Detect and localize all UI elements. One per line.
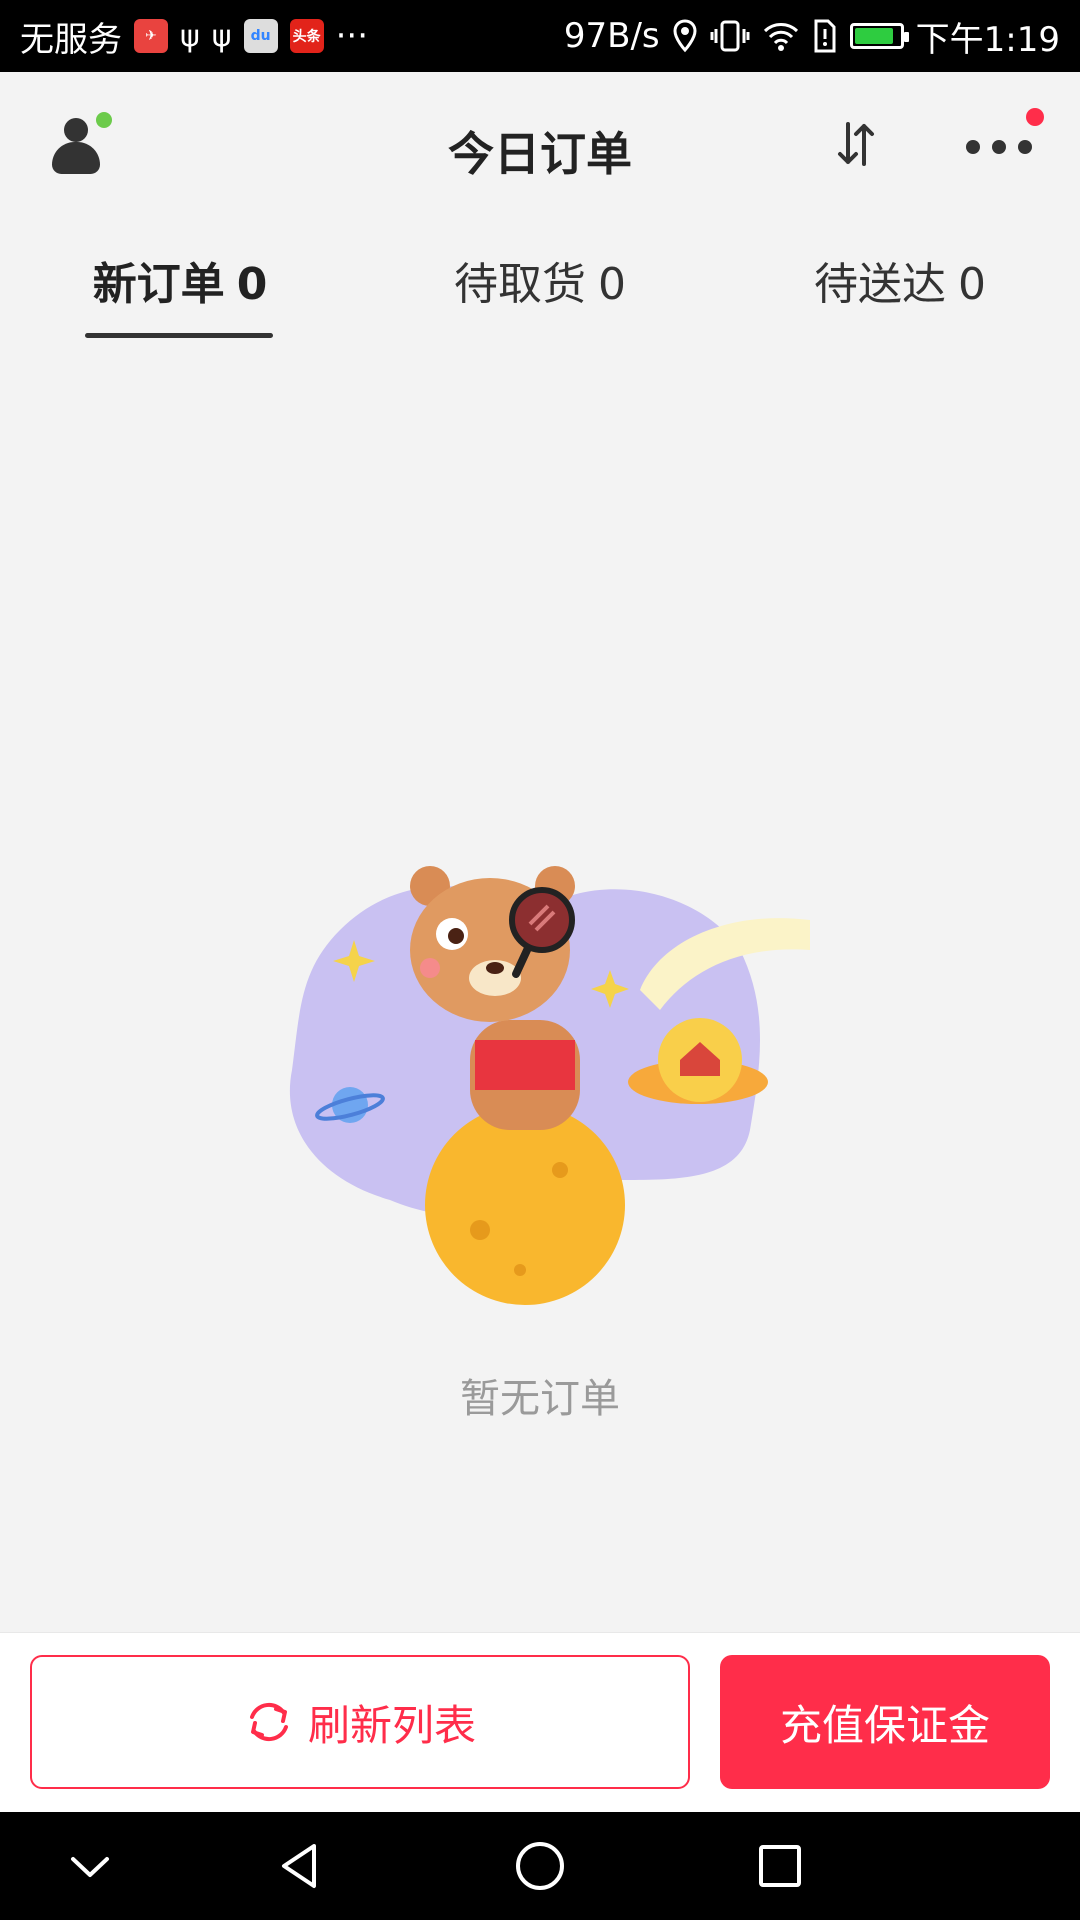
- home-circle-icon: [516, 1842, 564, 1890]
- sort-arrows-icon: [838, 122, 874, 166]
- chevron-down-icon: [71, 1857, 109, 1877]
- order-tabs: 新订单 0 待取货 0 待送达 0: [0, 248, 1080, 348]
- bear-eye: [448, 928, 464, 944]
- status-bar-left: 无服务 ✈ ψ ψ du 头条 ···: [20, 12, 368, 61]
- tab-pending-delivery[interactable]: 待送达 0: [750, 248, 1050, 312]
- network-speed: 97B/s: [563, 16, 660, 56]
- notification-badge: [1026, 108, 1044, 126]
- app-header: 今日订单: [0, 72, 1080, 222]
- refresh-label: 刷新列表: [307, 1700, 476, 1750]
- more-notifications-icon: ···: [335, 16, 369, 56]
- clock-text: 下午1:19: [915, 19, 1060, 60]
- recharge-deposit-button[interactable]: 充值保证金: [720, 1655, 1050, 1789]
- system-nav-bar: [0, 1812, 1080, 1920]
- tab-label: 新订单: [92, 259, 225, 310]
- empty-bear-illustration: [289, 866, 810, 1305]
- empty-state-message: 暂无订单: [460, 1376, 620, 1422]
- sim-alert-icon: [814, 19, 836, 53]
- tab-count: 0: [598, 259, 626, 310]
- nav-back-button[interactable]: [240, 1812, 360, 1920]
- refresh-icon: [249, 1702, 288, 1742]
- recents-square-icon: [759, 1845, 801, 1887]
- baidu-map-icon: du: [243, 19, 278, 53]
- recharge-label: 充值保证金: [779, 1700, 990, 1750]
- tab-label: 待送达: [814, 259, 946, 310]
- moon-crater: [514, 1264, 526, 1276]
- moon-crater: [470, 1220, 490, 1240]
- more-options-icon[interactable]: [966, 140, 1032, 154]
- usb-icon: ψ: [180, 18, 200, 54]
- tab-label: 待取货: [454, 259, 586, 310]
- bear-vest: [475, 1040, 575, 1090]
- nav-collapse-button[interactable]: [30, 1812, 150, 1920]
- moon-crater: [552, 1162, 568, 1178]
- active-tab-indicator: [85, 333, 273, 338]
- tab-pending-pickup[interactable]: 待取货 0: [390, 248, 690, 312]
- tab-count: 0: [958, 259, 986, 310]
- vibrate-icon: [710, 20, 750, 52]
- more-dot: [966, 140, 980, 154]
- wifi-icon: [763, 23, 798, 51]
- page-title: 今日订单: [448, 127, 632, 181]
- carrier-text: 无服务: [20, 19, 122, 60]
- bear-nose: [486, 962, 504, 974]
- toutiao-icon: 头条: [289, 19, 324, 53]
- battery-icon: [849, 23, 909, 49]
- footer-actions: 刷新列表 充值保证金: [0, 1632, 1080, 1813]
- status-bar-right: 97B/s 下午1:19: [564, 12, 1060, 61]
- moon-ball: [425, 1105, 625, 1305]
- back-triangle-icon: [282, 1844, 316, 1888]
- more-dot: [992, 140, 1006, 154]
- status-bar: 无服务 ✈ ψ ψ du 头条 ··· 97B/s 下午1:19: [0, 0, 1080, 72]
- tab-new-orders[interactable]: 新订单 0: [30, 248, 330, 312]
- nav-recents-button[interactable]: [720, 1812, 840, 1920]
- nav-home-button[interactable]: [480, 1812, 600, 1920]
- app-red-icon: ✈: [134, 19, 168, 53]
- magnifier-icon: [509, 887, 575, 953]
- more-dot: [1018, 140, 1032, 154]
- location-icon: [673, 19, 697, 53]
- usb-icon: ψ: [211, 18, 232, 54]
- bear-cheek: [420, 958, 440, 978]
- sort-icon[interactable]: [830, 118, 882, 181]
- refresh-list-button[interactable]: 刷新列表: [30, 1655, 690, 1789]
- tab-count: 0: [236, 259, 268, 310]
